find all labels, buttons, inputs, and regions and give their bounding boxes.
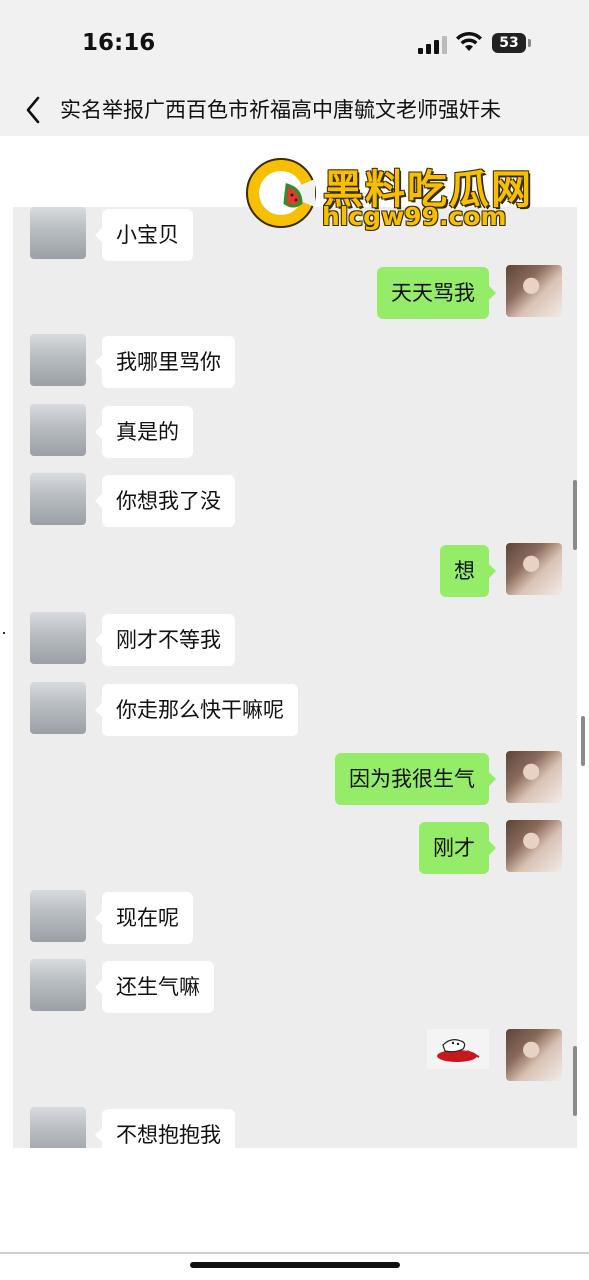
message-row: 刚才不等我 xyxy=(13,612,577,668)
scrollbar-thumb[interactable] xyxy=(573,1046,577,1116)
status-bar: 16:16 53 xyxy=(0,0,589,84)
contact-avatar[interactable] xyxy=(30,1107,86,1148)
message-bubble: 天天骂我 xyxy=(377,267,496,319)
message-row: 真是的 xyxy=(13,404,577,460)
message-row: 我哪里骂你 xyxy=(13,334,577,390)
message-row: 还生气嘛 xyxy=(13,959,577,1015)
page-scrollbar-thumb[interactable] xyxy=(581,716,585,766)
page-title: 实名举报广西百色市祈福高中唐毓文老师强奸未 xyxy=(60,98,501,122)
message-bubble: 小宝贝 xyxy=(95,209,193,261)
watermark-logo: 黑料吃瓜网 hlcgw99.com xyxy=(243,155,573,235)
message-row: 刚才 xyxy=(13,820,577,876)
sticker-image[interactable] xyxy=(427,1029,489,1069)
message-row: 你走那么快干嘛呢 xyxy=(13,682,577,738)
battery-icon: 53 xyxy=(492,33,526,53)
stray-dot xyxy=(3,632,5,634)
my-avatar[interactable] xyxy=(506,820,562,872)
message-bubble: 你想我了没 xyxy=(95,475,235,527)
my-avatar[interactable] xyxy=(506,265,562,317)
scrollbar-thumb[interactable] xyxy=(573,480,577,550)
message-row: 想 xyxy=(13,543,577,599)
message-bubble: 你走那么快干嘛呢 xyxy=(95,684,298,736)
contact-avatar[interactable] xyxy=(30,334,86,386)
my-avatar[interactable] xyxy=(506,1029,562,1081)
message-bubble: 真是的 xyxy=(95,406,193,458)
message-bubble: 刚才不等我 xyxy=(95,614,235,666)
my-avatar[interactable] xyxy=(506,751,562,803)
message-row xyxy=(13,1029,577,1085)
contact-avatar[interactable] xyxy=(30,612,86,664)
my-avatar[interactable] xyxy=(506,543,562,595)
message-bubble: 不想抱抱我 xyxy=(95,1109,235,1148)
message-bubble: 现在呢 xyxy=(95,892,193,944)
nav-bar: 实名举报广西百色市祈福高中唐毓文老师强奸未 xyxy=(0,84,589,136)
wifi-icon xyxy=(456,31,482,51)
message-row: 现在呢 xyxy=(13,890,577,946)
message-row: 不想抱抱我 xyxy=(13,1107,577,1148)
message-row: 你想我了没 xyxy=(13,473,577,529)
message-bubble: 想 xyxy=(440,545,496,597)
contact-avatar[interactable] xyxy=(30,959,86,1011)
message-bubble: 我哪里骂你 xyxy=(95,336,235,388)
bottom-divider xyxy=(0,1252,589,1254)
contact-avatar[interactable] xyxy=(30,473,86,525)
contact-avatar[interactable] xyxy=(30,682,86,734)
message-bubble: 还生气嘛 xyxy=(95,961,214,1013)
message-bubble: 刚才 xyxy=(419,822,496,874)
message-row: 因为我很生气 xyxy=(13,751,577,807)
back-chevron-icon[interactable] xyxy=(20,92,50,128)
contact-avatar[interactable] xyxy=(30,207,86,259)
cellular-signal-icon xyxy=(418,34,448,54)
home-indicator[interactable] xyxy=(190,1262,400,1268)
status-time: 16:16 xyxy=(82,30,156,56)
watermark-url: hlcgw99.com xyxy=(322,202,507,231)
chat-screenshot[interactable]: 小宝贝 天天骂我 我哪里骂你 真是的 你想我了没 想 刚才不等我 你走那么快干嘛… xyxy=(13,207,577,1148)
watermelon-logo-icon xyxy=(246,158,316,228)
contact-avatar[interactable] xyxy=(30,890,86,942)
message-bubble: 因为我很生气 xyxy=(335,753,496,805)
contact-avatar[interactable] xyxy=(30,404,86,456)
message-row: 天天骂我 xyxy=(13,265,577,321)
battery-tip xyxy=(528,39,531,47)
